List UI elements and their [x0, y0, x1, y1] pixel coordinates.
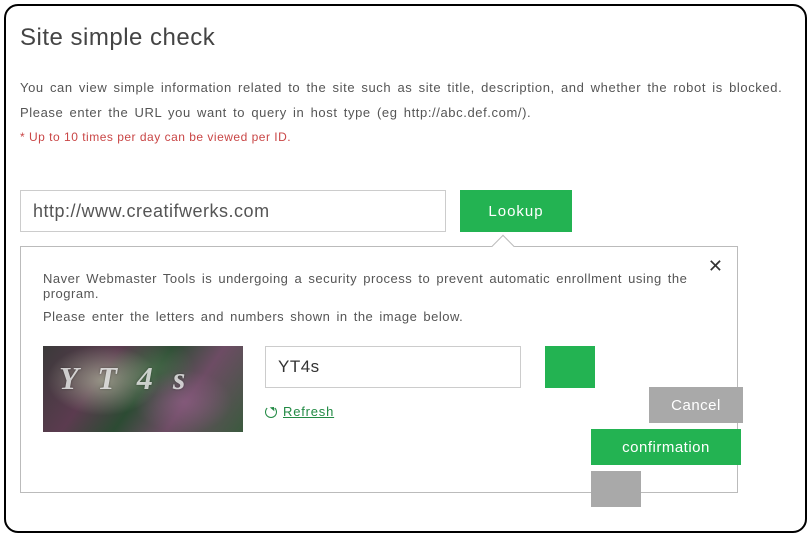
captcha-image-text: Y T 4 s: [59, 360, 191, 397]
captcha-image: Y T 4 s: [43, 346, 243, 432]
page-frame: Site simple check You can view simple in…: [4, 4, 807, 533]
intro-text-2: Please enter the URL you want to query i…: [20, 105, 791, 120]
lookup-button[interactable]: Lookup: [460, 190, 572, 232]
url-input[interactable]: [20, 190, 446, 232]
page-title: Site simple check: [20, 24, 791, 52]
captcha-input-column: Refresh: [265, 346, 521, 419]
refresh-label: Refresh: [283, 404, 334, 419]
refresh-link[interactable]: Refresh: [265, 404, 521, 419]
confirm-button[interactable]: confirmation: [591, 429, 741, 465]
limit-note: * Up to 10 times per day can be viewed p…: [20, 130, 791, 144]
refresh-icon: [265, 406, 277, 418]
popup-arrow: [492, 235, 515, 258]
captcha-input[interactable]: [265, 346, 521, 388]
captcha-message-2: Please enter the letters and numbers sho…: [43, 309, 715, 324]
search-row: Lookup: [20, 190, 791, 232]
green-square-button[interactable]: [545, 346, 595, 388]
close-icon[interactable]: ✕: [708, 257, 723, 275]
captcha-popup: ✕ Naver Webmaster Tools is undergoing a …: [20, 246, 738, 493]
intro-text-1: You can view simple information related …: [20, 80, 791, 95]
cancel-button[interactable]: Cancel: [649, 387, 743, 423]
captcha-message-1: Naver Webmaster Tools is undergoing a se…: [43, 271, 715, 301]
button-stack: Cancel confirmation: [591, 387, 743, 507]
gray-square: [591, 471, 641, 507]
